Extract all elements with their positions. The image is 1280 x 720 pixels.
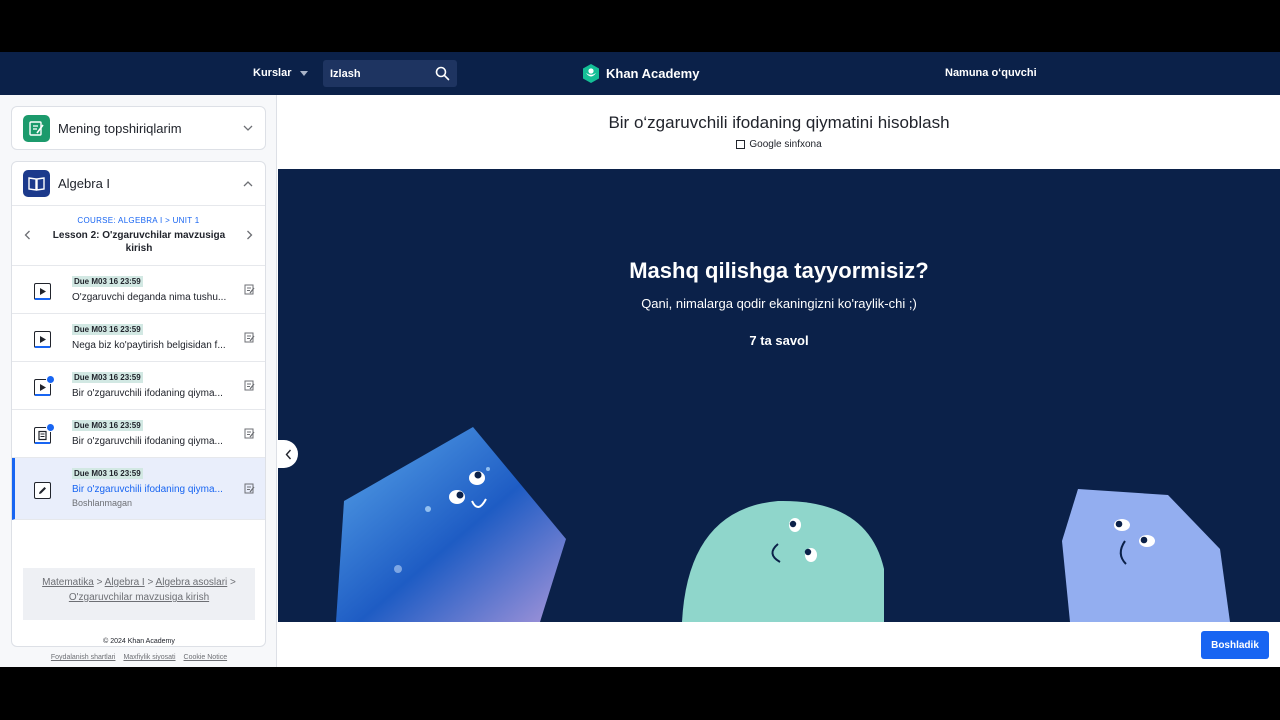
article-completed-icon — [34, 423, 55, 444]
assignments-card: Mening topshiriqlarim — [11, 106, 266, 150]
check-icon — [46, 423, 55, 432]
due-badge: Due M03 16 23:59 — [72, 468, 143, 479]
due-badge: Due M03 16 23:59 — [72, 324, 143, 335]
chevron-up-icon — [243, 180, 253, 186]
edit-note-icon[interactable] — [244, 332, 255, 343]
check-icon — [46, 375, 55, 384]
breadcrumb-link[interactable]: Matematika — [42, 577, 94, 588]
google-classroom-label: Google sinfxona — [749, 139, 822, 150]
caret-down-icon — [299, 70, 308, 76]
google-classroom-icon — [736, 140, 746, 149]
intro-heading: Mashq qilishga tayyormisiz? — [629, 258, 929, 283]
task-item[interactable]: Due M03 16 23:59 Nega biz ko'paytirish b… — [12, 314, 265, 362]
lesson-title[interactable]: Lesson 2: O'zgaruvchilar mavzusiga kiris… — [52, 229, 226, 255]
task-item-active[interactable]: Due M03 16 23:59 Bir o'zgaruvchili ifoda… — [12, 458, 265, 520]
task-title: Bir o'zgaruvchili ifodaning qiyma... — [72, 388, 223, 399]
brand-name: Khan Academy — [606, 66, 700, 81]
search-box — [323, 60, 457, 87]
exercise-title: Bir o‘zgaruvchili ifodaning qiymatini hi… — [608, 113, 950, 132]
edit-note-icon[interactable] — [244, 284, 255, 295]
exercise-footer-bar: Boshladik — [278, 622, 1280, 667]
user-menu[interactable]: Namuna o‘quvchi — [945, 67, 1037, 79]
task-item[interactable]: Due M03 16 23:59 Bir o'zgaruvchili ifoda… — [12, 410, 265, 458]
privacy-link[interactable]: Maxfiylik siyosati — [123, 654, 175, 661]
blue-hexagon-character — [336, 427, 566, 622]
due-badge: Due M03 16 23:59 — [72, 276, 143, 287]
sidebar: Mening topshiriqlarim Algebra I COURSE: … — [0, 95, 277, 667]
due-badge: Due M03 16 23:59 — [72, 372, 143, 383]
course-header[interactable]: Algebra I — [12, 162, 265, 206]
intro-subheading: Qani, nimalarga qodir ekaningizni ko'ray… — [641, 296, 917, 311]
breadcrumb: Matematika > Algebra I > Algebra asoslar… — [23, 568, 255, 620]
courses-label: Kurslar — [253, 67, 292, 79]
mint-blob-character — [682, 500, 884, 622]
assignments-title: Mening topshiriqlarim — [58, 120, 182, 136]
chevron-left-icon — [285, 449, 291, 459]
exercise-pencil-icon — [34, 482, 51, 499]
course-title: Algebra I — [58, 176, 111, 191]
task-item[interactable]: Due M03 16 23:59 Bir o'zgaruvchili ifoda… — [12, 362, 265, 410]
lavender-hexagon-character — [1062, 489, 1230, 622]
search-input[interactable] — [323, 60, 428, 87]
edit-note-icon[interactable] — [244, 483, 255, 494]
due-badge: Due M03 16 23:59 — [72, 420, 143, 431]
next-lesson-icon[interactable] — [246, 230, 253, 240]
assignments-icon — [23, 114, 50, 142]
assignments-header[interactable]: Mening topshiriqlarim — [12, 107, 265, 149]
cookie-notice-link[interactable]: Cookie Notice — [184, 654, 228, 661]
chevron-down-icon — [243, 125, 253, 131]
brand-logo[interactable]: Khan Academy — [582, 64, 699, 83]
copyright: © 2024 Khan Academy — [103, 638, 175, 645]
task-item[interactable]: Due M03 16 23:59 O'zgaruvchi deganda nim… — [12, 266, 265, 314]
character-illustrations — [336, 427, 1230, 622]
start-button[interactable]: Boshladik — [1201, 631, 1269, 659]
task-title: Bir o'zgaruvchili ifodaning qiyma... — [72, 484, 223, 495]
breadcrumb-link[interactable]: O'zgaruvchilar mavzusiga kirish — [69, 592, 209, 603]
exercise-intro-panel: Mashq qilishga tayyormisiz? Qani, nimala… — [278, 169, 1280, 622]
edit-note-icon[interactable] — [244, 380, 255, 391]
previous-lesson-icon[interactable] — [24, 230, 31, 240]
book-icon — [23, 170, 50, 197]
courses-menu[interactable]: Kurslar — [253, 67, 308, 79]
task-title: Nega biz ko'paytirish belgisidan f... — [72, 340, 226, 351]
google-classroom-button[interactable]: Google sinfxona — [278, 139, 1280, 150]
question-count: 7 ta savol — [749, 333, 809, 348]
footer-links: Foydalanish shartlari Maxfiylik siyosati… — [23, 652, 255, 663]
task-title: O'zgaruvchi deganda nima tushu... — [72, 292, 227, 303]
app-window: Kurslar Khan Academy Namuna o‘quvchi — [0, 52, 1280, 667]
unit-navigator: COURSE: ALGEBRA I > UNIT 1 Lesson 2: O'z… — [12, 206, 265, 266]
video-completed-icon — [34, 375, 55, 396]
breadcrumb-link[interactable]: Algebra I — [105, 577, 145, 588]
top-navbar: Kurslar Khan Academy Namuna o‘quvchi — [0, 52, 1280, 95]
video-icon — [34, 331, 51, 348]
video-icon — [34, 283, 51, 300]
sidebar-footer: © 2024 Khan Academy Foydalanish shartlar… — [23, 636, 255, 663]
terms-link[interactable]: Foydalanish shartlari — [51, 654, 116, 661]
main-content: Bir o‘zgaruvchili ifodaning qiymatini hi… — [278, 95, 1280, 667]
edit-note-icon[interactable] — [244, 428, 255, 439]
task-title: Bir o'zgaruvchili ifodaning qiyma... — [72, 436, 223, 447]
unit-course-label[interactable]: COURSE: ALGEBRA I > UNIT 1 — [12, 216, 265, 225]
breadcrumb-link[interactable]: Algebra asoslari — [156, 577, 228, 588]
khan-academy-logo-icon — [583, 64, 599, 83]
task-status: Boshlanmagan — [72, 498, 133, 508]
search-icon[interactable] — [435, 66, 450, 81]
